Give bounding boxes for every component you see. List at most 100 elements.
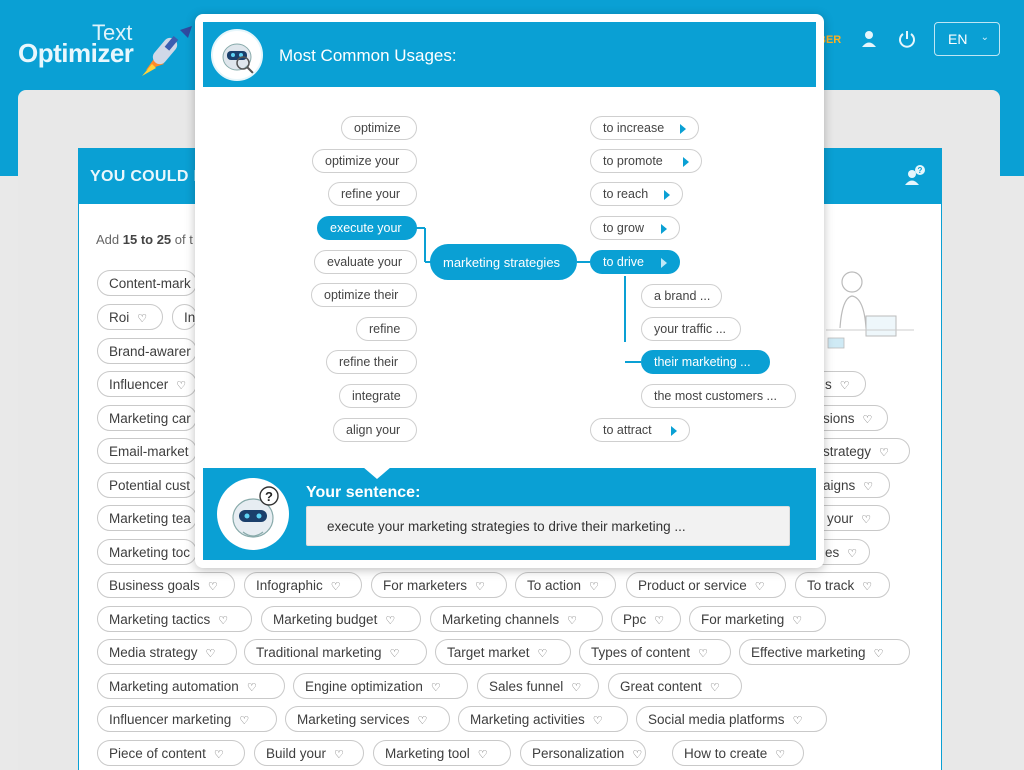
tag-chip[interactable]: Marketing activities ♡ xyxy=(458,706,628,732)
heart-icon[interactable]: ♡ xyxy=(792,614,802,627)
usage-option[interactable]: to increase xyxy=(590,116,699,140)
heart-icon[interactable]: ♡ xyxy=(218,614,228,627)
heart-icon[interactable]: ♡ xyxy=(571,681,581,694)
tag-chip[interactable]: Marketing car xyxy=(97,405,197,431)
heart-icon[interactable]: ♡ xyxy=(478,748,488,761)
tag-chip[interactable]: Great content ♡ xyxy=(608,673,742,699)
tag-chip[interactable]: Roi ♡ xyxy=(97,304,163,330)
usage-option-selected[interactable]: to drive xyxy=(590,250,680,274)
tag-chip[interactable]: Marketing tool ♡ xyxy=(373,740,511,766)
power-icon[interactable] xyxy=(898,30,916,48)
usage-option[interactable]: to reach xyxy=(590,182,683,206)
heart-icon[interactable]: ♡ xyxy=(589,580,599,593)
tag-chip[interactable]: For marketing ♡ xyxy=(689,606,826,632)
tag-chip[interactable]: Influencer marketing ♡ xyxy=(97,706,277,732)
heart-icon[interactable]: ♡ xyxy=(654,614,664,627)
tag-chip[interactable]: Marketing services ♡ xyxy=(285,706,450,732)
tag-chip[interactable]: Engine optimization ♡ xyxy=(293,673,468,699)
heart-icon[interactable]: ♡ xyxy=(840,379,850,392)
tag-chip[interactable]: Infographic ♡ xyxy=(244,572,362,598)
heart-icon[interactable]: ♡ xyxy=(331,580,341,593)
tag-chip[interactable]: Email-market xyxy=(97,438,197,464)
usage-option[interactable]: integrate xyxy=(339,384,417,408)
user-icon[interactable] xyxy=(860,30,878,48)
usage-option[interactable]: to attract xyxy=(590,418,690,442)
heart-icon[interactable]: ♡ xyxy=(385,614,395,627)
tag-chip[interactable]: How to create ♡ xyxy=(672,740,804,766)
heart-icon[interactable]: ♡ xyxy=(775,748,785,761)
heart-icon[interactable]: ♡ xyxy=(755,580,765,593)
tag-chip[interactable]: Effective marketing ♡ xyxy=(739,639,910,665)
tag-chip[interactable]: Brand-awarer xyxy=(97,338,197,364)
usage-option[interactable]: align your xyxy=(333,418,417,442)
heart-icon[interactable]: ♡ xyxy=(176,379,186,392)
language-select[interactable]: EN ⌄ xyxy=(934,22,1000,56)
heart-icon[interactable]: ♡ xyxy=(863,480,873,493)
heart-icon[interactable]: ♡ xyxy=(390,647,400,660)
heart-icon[interactable]: ♡ xyxy=(861,513,871,526)
heart-icon[interactable]: ♡ xyxy=(214,748,224,761)
tag-chip[interactable]: Media strategy ♡ xyxy=(97,639,237,665)
tag-chip[interactable]: Business goals ♡ xyxy=(97,572,235,598)
usage-option-selected[interactable]: execute your xyxy=(317,216,417,240)
heart-icon[interactable]: ♡ xyxy=(567,614,577,627)
logo[interactable]: Text Optimizer xyxy=(18,20,198,80)
usage-option[interactable]: to promote xyxy=(590,149,702,173)
tag-chip[interactable]: Marketing automation ♡ xyxy=(97,673,285,699)
heart-icon[interactable]: ♡ xyxy=(247,681,257,694)
tag-chip[interactable]: Marketing toc xyxy=(97,539,197,565)
tag-chip[interactable]: Types of content ♡ xyxy=(579,639,731,665)
tag-chip[interactable]: Ppc ♡ xyxy=(611,606,681,632)
tag-chip[interactable]: Build your ♡ xyxy=(254,740,364,766)
heart-icon[interactable]: ♡ xyxy=(862,580,872,593)
heart-icon[interactable]: ♡ xyxy=(239,714,249,727)
usage-option[interactable]: refine xyxy=(356,317,417,341)
help-users-icon[interactable]: ? xyxy=(904,164,926,186)
heart-icon[interactable]: ♡ xyxy=(418,714,428,727)
completion-option[interactable]: your traffic ... xyxy=(641,317,741,341)
tag-chip[interactable]: Target market ♡ xyxy=(435,639,571,665)
heart-icon[interactable]: ♡ xyxy=(475,580,485,593)
usage-option[interactable]: to grow xyxy=(590,216,680,240)
tag-chip[interactable]: Content-mark xyxy=(97,270,197,296)
tag-chip[interactable]: Social media platforms ♡ xyxy=(636,706,827,732)
completion-option-selected[interactable]: their marketing ... xyxy=(641,350,770,374)
tag-chip[interactable]: Personalization ♡ xyxy=(520,740,646,766)
heart-icon[interactable]: ♡ xyxy=(698,647,708,660)
tag-chip[interactable]: Marketing tactics ♡ xyxy=(97,606,252,632)
usage-option[interactable]: refine your xyxy=(328,182,417,206)
completion-option[interactable]: a brand ... xyxy=(641,284,722,308)
tag-chip[interactable]: To track ♡ xyxy=(795,572,890,598)
tag-chip[interactable]: Influencer ♡ xyxy=(97,371,197,397)
tag-chip[interactable]: Marketing tea xyxy=(97,505,197,531)
tag-chip[interactable]: Marketing channels ♡ xyxy=(430,606,603,632)
heart-icon[interactable]: ♡ xyxy=(632,748,642,761)
usage-option[interactable]: evaluate your xyxy=(314,250,417,274)
heart-icon[interactable]: ♡ xyxy=(334,748,344,761)
sentence-output[interactable]: execute your marketing strategies to dri… xyxy=(306,506,790,546)
tag-chip[interactable]: Piece of content ♡ xyxy=(97,740,245,766)
usage-option[interactable]: optimize your xyxy=(312,149,417,173)
tag-chip[interactable]: Potential cust xyxy=(97,472,197,498)
heart-icon[interactable]: ♡ xyxy=(208,580,218,593)
heart-icon[interactable]: ♡ xyxy=(206,647,216,660)
heart-icon[interactable]: ♡ xyxy=(593,714,603,727)
usage-option[interactable]: optimize xyxy=(341,116,417,140)
heart-icon[interactable]: ♡ xyxy=(879,446,889,459)
heart-icon[interactable]: ♡ xyxy=(137,312,147,325)
heart-icon[interactable]: ♡ xyxy=(847,547,857,560)
heart-icon[interactable]: ♡ xyxy=(710,681,720,694)
heart-icon[interactable]: ♡ xyxy=(874,647,884,660)
tag-chip[interactable]: Marketing budget ♡ xyxy=(261,606,421,632)
usage-option[interactable]: optimize their xyxy=(311,283,417,307)
tag-chip[interactable]: For marketers ♡ xyxy=(371,572,507,598)
tag-chip[interactable]: Sales funnel ♡ xyxy=(477,673,599,699)
usage-option[interactable]: refine their xyxy=(326,350,417,374)
heart-icon[interactable]: ♡ xyxy=(431,681,441,694)
tag-chip[interactable]: Traditional marketing ♡ xyxy=(244,639,427,665)
tag-chip[interactable]: Product or service ♡ xyxy=(626,572,786,598)
tag-chip[interactable]: To action ♡ xyxy=(515,572,616,598)
completion-option[interactable]: the most customers ... xyxy=(641,384,796,408)
heart-icon[interactable]: ♡ xyxy=(538,647,548,660)
heart-icon[interactable]: ♡ xyxy=(793,714,803,727)
